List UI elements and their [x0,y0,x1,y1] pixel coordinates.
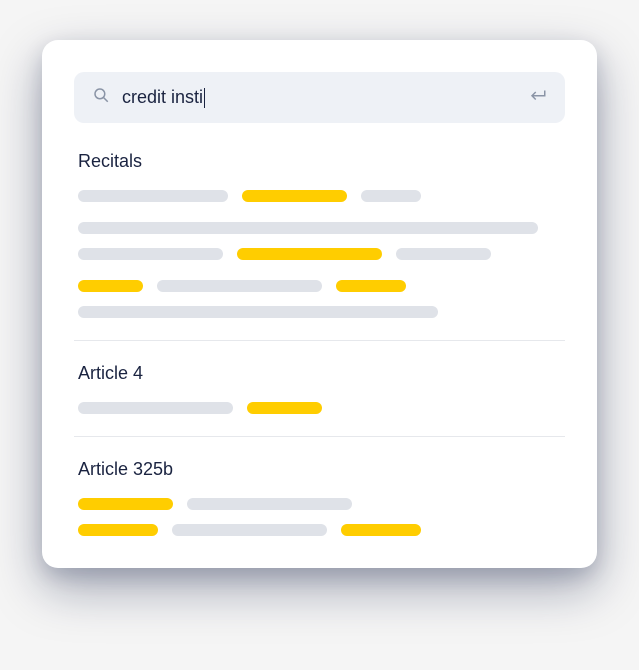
highlight-block [247,402,322,414]
enter-icon [529,88,547,107]
search-bar[interactable]: credit insti [74,72,565,123]
text-block [187,498,352,510]
results-list: Recitals Article 4 Article 325b [74,151,565,536]
text-line [78,306,561,318]
result-snippet [78,402,561,414]
result-snippet [78,222,561,260]
text-block [78,306,438,318]
section-title: Article 4 [78,363,561,384]
section-title: Recitals [78,151,561,172]
highlight-block [341,524,421,536]
text-block [157,280,322,292]
result-section[interactable]: Recitals [74,151,565,318]
text-block [361,190,421,202]
search-results-card: credit insti Recitals Article 4 Article 32… [42,40,597,568]
result-section[interactable]: Article 325b [74,436,565,536]
text-line [78,280,561,292]
text-line [78,402,561,414]
text-line [78,190,561,202]
highlight-block [78,498,173,510]
highlight-block [336,280,406,292]
text-block [396,248,491,260]
text-block [78,248,223,260]
search-input[interactable]: credit insti [122,87,529,108]
text-line [78,222,561,234]
highlight-block [237,248,382,260]
text-block [78,190,228,202]
text-block [78,222,538,234]
result-snippet [78,190,561,202]
text-line [78,248,561,260]
text-block [78,402,233,414]
text-cursor [204,88,205,108]
result-snippet [78,498,561,536]
search-icon [92,86,110,109]
highlight-block [78,524,158,536]
text-line [78,498,561,510]
result-section[interactable]: Article 4 [74,340,565,414]
highlight-block [242,190,347,202]
text-line [78,524,561,536]
highlight-block [78,280,143,292]
text-block [172,524,327,536]
result-snippet [78,280,561,318]
section-title: Article 325b [78,459,561,480]
